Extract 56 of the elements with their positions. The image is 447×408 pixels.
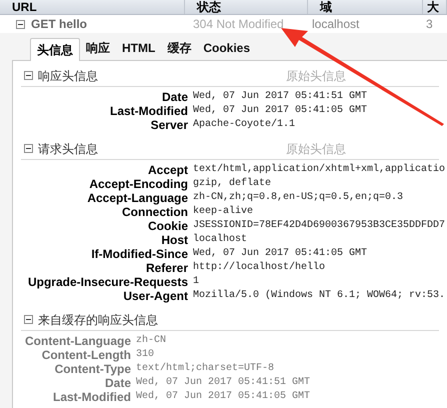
size-text: 3 bbox=[425, 16, 433, 33]
collapse-icon[interactable] bbox=[24, 71, 33, 80]
column-header[interactable]: 域 bbox=[308, 0, 423, 14]
collapse-icon[interactable] bbox=[16, 20, 25, 28]
header-name: Cookie bbox=[146, 219, 188, 233]
header-name: Upgrade-Insecure-Requests bbox=[26, 275, 188, 289]
column-header[interactable]: URL bbox=[0, 0, 185, 14]
header-name: Host bbox=[160, 233, 188, 247]
header-name: Date bbox=[104, 376, 131, 390]
header-value: text/html;charset=UTF-8 bbox=[136, 362, 274, 376]
header-name: Content-Type bbox=[54, 362, 131, 376]
header-value: gzip, deflate bbox=[193, 177, 272, 191]
header-value: 1 bbox=[193, 275, 200, 289]
header-value: http://localhost/hello bbox=[193, 261, 326, 275]
header-value: Wed, 07 Jun 2017 05:41:05 GMT bbox=[193, 104, 368, 118]
header-name: Connection bbox=[121, 205, 188, 219]
section-title[interactable]: 响应头信息 bbox=[38, 66, 98, 84]
header-name: Last-Modified bbox=[109, 104, 188, 118]
tab[interactable]: 头信息 bbox=[30, 38, 80, 61]
header-name: User-Agent bbox=[122, 289, 188, 303]
header-value: JSESSIONID=78EF42D4D6900367953B3CE35DDFDD7 bbox=[193, 219, 446, 233]
header-value: Apache-Coyote/1.1 bbox=[193, 118, 296, 132]
header-value: 310 bbox=[136, 348, 154, 362]
section-title[interactable]: 来自缓存的响应头信息 bbox=[38, 310, 158, 328]
request-name: GET hello bbox=[31, 16, 88, 33]
header-name: Accept-Encoding bbox=[88, 177, 188, 191]
tab[interactable]: 响应 bbox=[80, 37, 116, 60]
header-name: If-Modified-Since bbox=[90, 247, 188, 261]
header-value: Wed, 07 Jun 2017 05:41:05 GMT bbox=[136, 390, 310, 404]
header-name: Date bbox=[160, 90, 188, 104]
header-name: Last-Modified bbox=[52, 390, 131, 404]
header-value: Mozilla/5.0 (Windows NT 6.1; WOW64; rv:53. bbox=[193, 289, 446, 303]
column-header[interactable]: 状态 bbox=[185, 0, 308, 14]
header-name: Content-Language bbox=[24, 334, 131, 348]
header-name: Accept bbox=[146, 163, 188, 177]
header-name: Referer bbox=[144, 261, 188, 275]
tab[interactable]: HTML bbox=[116, 37, 162, 60]
domain-text: localhost bbox=[311, 16, 360, 33]
tab[interactable]: Cookies bbox=[197, 37, 256, 60]
section-title[interactable]: 请求头信息 bbox=[38, 140, 98, 158]
collapse-icon[interactable] bbox=[24, 315, 33, 324]
collapse-icon[interactable] bbox=[24, 144, 33, 153]
header-value: zh-CN,zh;q=0.8,en-US;q=0.5,en;q=0.3 bbox=[193, 191, 404, 205]
header-value: zh-CN bbox=[136, 334, 166, 348]
header-value: Wed, 07 Jun 2017 05:41:51 GMT bbox=[193, 90, 368, 104]
header-value: Wed, 07 Jun 2017 05:41:51 GMT bbox=[136, 376, 310, 390]
header-name: Content-Length bbox=[40, 348, 131, 362]
header-value: text/html,application/xhtml+xml,applicatio bbox=[193, 163, 446, 177]
header-value: keep-alive bbox=[193, 205, 254, 219]
header-name: Server bbox=[150, 118, 188, 132]
column-header[interactable]: 大 bbox=[423, 0, 447, 14]
header-value: Wed, 07 Jun 2017 05:41:05 GMT bbox=[193, 247, 368, 261]
tab[interactable]: 缓存 bbox=[161, 37, 198, 60]
header-value: localhost bbox=[193, 233, 248, 247]
header-name: Accept-Language bbox=[86, 191, 188, 205]
status-text: 304 Not Modified bbox=[192, 16, 285, 33]
